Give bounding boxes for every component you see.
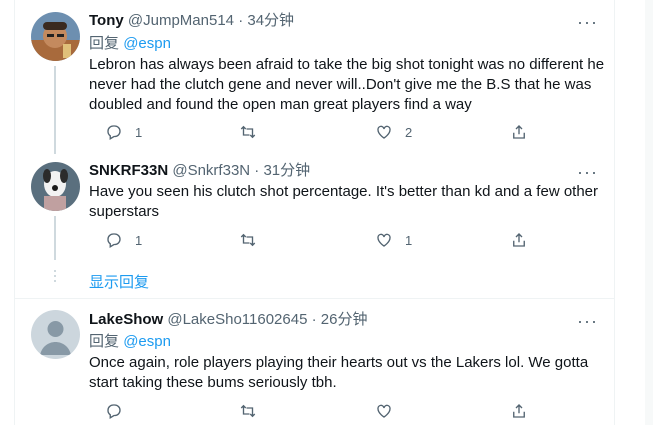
reply-count: 1 bbox=[135, 124, 143, 140]
retweet-button[interactable] bbox=[239, 401, 257, 421]
tweet-header: SNKRF33N @Snkrf33N · 31分钟 bbox=[89, 161, 310, 181]
action-bar: 1 1 bbox=[89, 230, 529, 250]
thread-line bbox=[54, 216, 56, 260]
separator-dot: · bbox=[254, 162, 260, 179]
retweet-icon bbox=[240, 233, 256, 247]
more-icon[interactable]: ··· bbox=[577, 163, 598, 181]
share-button[interactable] bbox=[510, 230, 528, 250]
user-handle[interactable]: @JumpMan514 bbox=[128, 12, 234, 29]
avatar[interactable] bbox=[31, 162, 80, 211]
reply-button[interactable]: 1 bbox=[105, 122, 142, 142]
display-name[interactable]: LakeShow bbox=[89, 311, 163, 328]
avatar[interactable] bbox=[31, 12, 80, 61]
reply-timeline: Tony @JumpMan514 · 34分钟 ··· 回复 @espn Leb… bbox=[14, 0, 615, 425]
timestamp[interactable]: 26分钟 bbox=[321, 311, 368, 328]
like-button[interactable]: 1 bbox=[375, 230, 412, 250]
tweet-snkrf33n[interactable]: SNKRF33N @Snkrf33N · 31分钟 ··· Have you s… bbox=[15, 152, 614, 262]
action-bar bbox=[89, 401, 529, 421]
tweet-text: Lebron has always been afraid to take th… bbox=[89, 56, 605, 113]
thread-dots bbox=[54, 270, 56, 285]
display-name[interactable]: SNKRF33N bbox=[89, 162, 168, 179]
more-icon[interactable]: ··· bbox=[577, 312, 598, 330]
user-handle[interactable]: @Snkrf33N bbox=[172, 162, 250, 179]
more-icon[interactable]: ··· bbox=[577, 13, 598, 31]
reply-icon bbox=[107, 404, 121, 419]
like-count: 2 bbox=[405, 124, 413, 140]
reply-button[interactable]: 1 bbox=[105, 230, 142, 250]
reply-to-link[interactable]: @espn bbox=[123, 35, 171, 52]
heart-icon bbox=[377, 404, 391, 418]
reply-icon bbox=[107, 233, 121, 248]
retweet-icon bbox=[240, 125, 256, 139]
like-button[interactable]: 2 bbox=[375, 122, 412, 142]
reply-prefix: 回复 bbox=[89, 333, 120, 350]
thread-line bbox=[54, 66, 56, 154]
user-handle[interactable]: @LakeSho11602645 bbox=[167, 311, 307, 328]
reply-button[interactable] bbox=[105, 401, 123, 421]
reply-context: 回复 @espn bbox=[89, 332, 171, 352]
reply-icon bbox=[107, 125, 121, 140]
share-icon bbox=[513, 125, 525, 139]
share-button[interactable] bbox=[510, 401, 528, 421]
share-button[interactable] bbox=[510, 122, 528, 142]
retweet-button[interactable] bbox=[239, 230, 269, 250]
retweet-button[interactable] bbox=[239, 122, 269, 142]
action-bar: 1 2 bbox=[89, 122, 529, 142]
reply-context: 回复 @espn bbox=[89, 34, 171, 54]
tweet-tony[interactable]: Tony @JumpMan514 · 34分钟 ··· 回复 @espn Leb… bbox=[15, 0, 614, 158]
share-icon bbox=[513, 404, 525, 418]
reply-prefix: 回复 bbox=[89, 35, 120, 52]
separator-dot: · bbox=[311, 311, 317, 328]
reply-count: 1 bbox=[135, 232, 143, 248]
reply-to-link[interactable]: @espn bbox=[123, 333, 171, 350]
like-count: 1 bbox=[405, 232, 413, 248]
tweet-text: Once again, role players playing their h… bbox=[89, 354, 589, 391]
retweet-icon bbox=[240, 404, 256, 418]
side-panel-edge bbox=[645, 0, 653, 425]
tweet-header: Tony @JumpMan514 · 34分钟 bbox=[89, 11, 294, 31]
share-icon bbox=[513, 233, 525, 247]
heart-icon bbox=[377, 233, 391, 247]
separator-dot: · bbox=[238, 12, 244, 29]
avatar[interactable] bbox=[31, 310, 80, 359]
tweet-lakeshow[interactable]: LakeShow @LakeSho11602645 · 26分钟 ··· 回复 … bbox=[15, 299, 614, 425]
heart-icon bbox=[377, 125, 391, 139]
tweet-text: Have you seen his clutch shot percentage… bbox=[89, 183, 599, 220]
show-more-replies-link[interactable]: 显示回复 bbox=[89, 271, 149, 292]
tweet-header: LakeShow @LakeSho11602645 · 26分钟 bbox=[89, 310, 367, 330]
display-name[interactable]: Tony bbox=[89, 12, 124, 29]
like-button[interactable] bbox=[375, 401, 393, 421]
timestamp[interactable]: 31分钟 bbox=[263, 162, 310, 179]
timestamp[interactable]: 34分钟 bbox=[247, 12, 294, 29]
